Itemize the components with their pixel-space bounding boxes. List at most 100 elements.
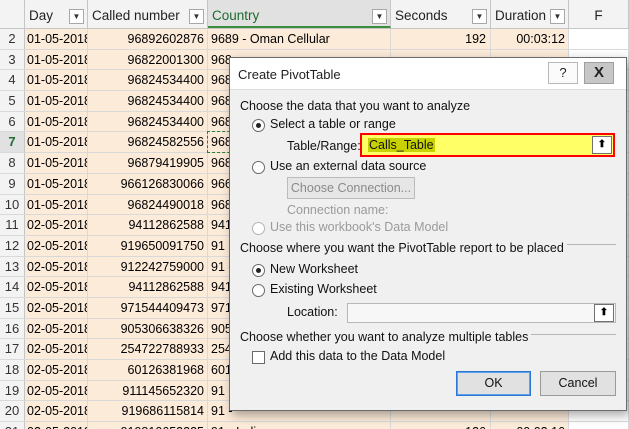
cell-called-number[interactable]: 919810652225 <box>88 422 208 429</box>
row-number[interactable]: 20 <box>0 401 25 422</box>
radio-new-worksheet[interactable] <box>252 264 265 277</box>
add-data-model-checkbox[interactable] <box>252 351 265 364</box>
column-header-f[interactable]: F <box>569 0 629 28</box>
radio-external-source[interactable] <box>252 161 265 174</box>
row-number[interactable]: 5 <box>0 91 25 111</box>
cell-called-number[interactable]: 94112862588 <box>88 215 208 235</box>
radio-select-range[interactable] <box>252 119 265 132</box>
radio-select-range-label[interactable]: Select a table or range <box>270 117 396 131</box>
cell-called-number[interactable]: 96824490018 <box>88 194 208 215</box>
row-number[interactable]: 11 <box>0 215 25 235</box>
cell-called-number[interactable]: 911145652320 <box>88 380 208 401</box>
row-number[interactable]: 4 <box>0 70 25 91</box>
cell-seconds[interactable]: 136 <box>391 422 491 429</box>
row-number[interactable]: 8 <box>0 153 25 173</box>
row-number[interactable]: 6 <box>0 111 25 132</box>
row-number[interactable]: 7 <box>0 132 25 153</box>
filter-dropdown-icon[interactable]: ▼ <box>472 9 487 24</box>
help-button[interactable]: ? <box>548 62 578 84</box>
cell-day[interactable]: 02-05-2018 <box>25 380 88 401</box>
cell-called-number[interactable]: 96822001300 <box>88 49 208 70</box>
row-number[interactable]: 15 <box>0 297 25 318</box>
cell-duration[interactable]: 00:03:12 <box>491 29 569 49</box>
cell-called-number[interactable]: 96879419905 <box>88 153 208 173</box>
cell-day[interactable]: 02-05-2018 <box>25 297 88 318</box>
cell-called-number[interactable]: 60126381968 <box>88 360 208 380</box>
row-number[interactable]: 13 <box>0 256 25 277</box>
row-number[interactable]: 9 <box>0 173 25 194</box>
radio-new-worksheet-label[interactable]: New Worksheet <box>270 262 358 276</box>
row-number[interactable]: 10 <box>0 194 25 215</box>
row-number[interactable]: 3 <box>0 49 25 70</box>
filter-dropdown-icon[interactable]: ▼ <box>550 9 565 24</box>
location-collapse-icon[interactable]: ⬆ <box>594 304 614 322</box>
cell-day[interactable]: 01-05-2018 <box>25 173 88 194</box>
cell-seconds[interactable]: 192 <box>391 29 491 49</box>
cell-called-number[interactable]: 254722788933 <box>88 339 208 359</box>
cell-day[interactable]: 02-05-2018 <box>25 256 88 277</box>
cell-called-number[interactable]: 912242759000 <box>88 256 208 277</box>
select-all-corner[interactable] <box>0 0 25 28</box>
cell-day[interactable]: 02-05-2018 <box>25 215 88 235</box>
cell-day[interactable]: 01-05-2018 <box>25 70 88 91</box>
header-seconds[interactable]: Seconds ▼ <box>391 0 491 28</box>
cell-called-number[interactable]: 905306638326 <box>88 318 208 339</box>
dialog-title-bar[interactable]: Create PivotTable ? X <box>230 58 626 90</box>
header-day[interactable]: Day ▼ <box>25 0 88 28</box>
filter-dropdown-icon[interactable]: ▼ <box>372 9 387 24</box>
row-number[interactable]: 12 <box>0 235 25 256</box>
cell-called-number[interactable]: 966126830066 <box>88 173 208 194</box>
range-collapse-icon[interactable]: ⬆ <box>592 136 612 154</box>
table-range-input[interactable]: Calls_Table ⬆ <box>360 133 615 157</box>
row-number[interactable]: 18 <box>0 360 25 380</box>
cell-day[interactable]: 02-05-2018 <box>25 318 88 339</box>
cell-day[interactable]: 02-05-2018 <box>25 401 88 422</box>
cell-day[interactable]: 02-05-2018 <box>25 360 88 380</box>
cell-day[interactable]: 01-05-2018 <box>25 111 88 132</box>
cell-day[interactable]: 02-05-2018 <box>25 422 88 429</box>
cell-day[interactable]: 02-05-2018 <box>25 235 88 256</box>
cell-called-number[interactable]: 96892602876 <box>88 29 208 49</box>
cell-day[interactable]: 01-05-2018 <box>25 194 88 215</box>
header-called-number[interactable]: Called number ▼ <box>88 0 208 28</box>
cell-called-number[interactable]: 96824534400 <box>88 70 208 91</box>
cell-f[interactable] <box>569 422 629 429</box>
filter-dropdown-icon[interactable]: ▼ <box>189 9 204 24</box>
radio-existing-worksheet-label[interactable]: Existing Worksheet <box>270 282 377 296</box>
row-number[interactable]: 17 <box>0 339 25 359</box>
cell-called-number[interactable]: 919650091750 <box>88 235 208 256</box>
cell-day[interactable]: 01-05-2018 <box>25 29 88 49</box>
row-number[interactable]: 19 <box>0 380 25 401</box>
cell-called-number[interactable]: 919686115814 <box>88 401 208 422</box>
filter-dropdown-icon[interactable]: ▼ <box>69 9 84 24</box>
cell-day[interactable]: 01-05-2018 <box>25 91 88 111</box>
ok-button[interactable]: OK <box>456 371 531 396</box>
radio-data-model-label[interactable]: Use this workbook's Data Model <box>270 220 448 234</box>
cell-day[interactable]: 02-05-2018 <box>25 339 88 359</box>
radio-external-source-label[interactable]: Use an external data source <box>270 159 426 173</box>
radio-data-model[interactable] <box>252 222 265 235</box>
cell-day[interactable]: 01-05-2018 <box>25 153 88 173</box>
close-button[interactable]: X <box>584 62 614 84</box>
radio-existing-worksheet[interactable] <box>252 284 265 297</box>
row-number[interactable]: 16 <box>0 318 25 339</box>
header-duration[interactable]: Duration ▼ <box>491 0 569 28</box>
cell-called-number[interactable]: 94112862588 <box>88 277 208 297</box>
choose-connection-button[interactable]: Choose Connection... <box>287 177 415 199</box>
cell-called-number[interactable]: 96824534400 <box>88 111 208 132</box>
row-number[interactable]: 2 <box>0 29 25 49</box>
row-number[interactable]: 14 <box>0 277 25 297</box>
cell-called-number[interactable]: 971544409473 <box>88 297 208 318</box>
add-data-model-label[interactable]: Add this data to the Data Model <box>270 349 445 363</box>
cell-day[interactable]: 02-05-2018 <box>25 277 88 297</box>
cell-called-number[interactable]: 96824534400 <box>88 91 208 111</box>
cell-country[interactable]: 91 - India <box>208 422 391 429</box>
location-input[interactable]: ⬆ <box>347 303 616 323</box>
cell-duration[interactable]: 00:02:16 <box>491 422 569 429</box>
cell-country[interactable]: 9689 - Oman Cellular <box>208 29 391 49</box>
cell-day[interactable]: 01-05-2018 <box>25 49 88 70</box>
cell-called-number[interactable]: 96824582556 <box>88 132 208 153</box>
row-number[interactable]: 21 <box>0 422 25 429</box>
cancel-button[interactable]: Cancel <box>540 371 616 396</box>
cell-day[interactable]: 01-05-2018 <box>25 132 88 153</box>
